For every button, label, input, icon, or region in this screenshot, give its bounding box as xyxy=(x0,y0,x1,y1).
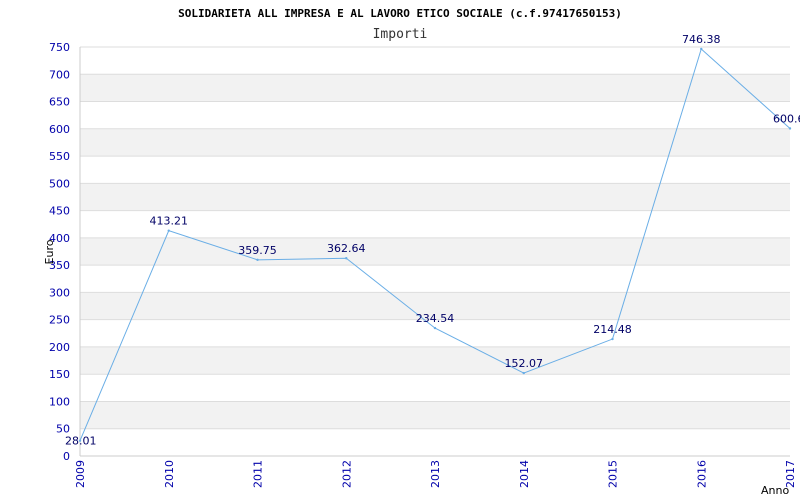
data-point xyxy=(522,371,525,375)
grid-band xyxy=(80,401,790,429)
data-label: 359.75 xyxy=(238,244,277,257)
grid-band xyxy=(80,128,790,157)
x-axis-ticks: 2009 2010 2011 2012 2013 2014 2015 2016 2017 xyxy=(74,460,797,488)
x-tick-label: 2009 xyxy=(74,460,87,488)
y-tick-label: 500 xyxy=(49,177,70,190)
data-label: 28.01 xyxy=(65,435,97,448)
y-tick-label: 650 xyxy=(49,96,70,109)
chart-title: SOLIDARIETA ALL IMPRESA E AL LAVORO ETIC… xyxy=(178,7,622,20)
y-tick-label: 300 xyxy=(49,286,70,299)
x-tick-label: 2010 xyxy=(163,460,176,488)
data-label: 362.64 xyxy=(327,242,366,255)
y-tick-label: 0 xyxy=(63,450,70,463)
y-tick-label: 250 xyxy=(49,314,70,327)
x-tick-label: 2012 xyxy=(340,460,353,488)
data-point xyxy=(611,337,614,341)
data-point xyxy=(788,127,792,130)
grid-band xyxy=(80,237,790,266)
x-tick-label: 2016 xyxy=(695,460,708,488)
data-point xyxy=(256,258,259,262)
grid-band xyxy=(80,346,790,375)
data-label: 214.48 xyxy=(593,323,632,336)
y-tick-label: 550 xyxy=(49,150,70,163)
y-axis-label: Euro xyxy=(43,239,56,264)
grid-band xyxy=(80,183,790,211)
y-tick-label: 600 xyxy=(49,123,70,136)
data-point xyxy=(700,47,703,51)
y-tick-label: 200 xyxy=(49,341,70,354)
x-tick-label: 2011 xyxy=(252,460,265,488)
data-label: 152.07 xyxy=(505,357,544,370)
y-tick-label: 150 xyxy=(49,368,70,381)
data-label: 600.6 xyxy=(773,112,800,125)
x-tick-label: 2014 xyxy=(518,460,531,488)
y-tick-label: 700 xyxy=(49,68,70,81)
data-label: 234.54 xyxy=(416,312,455,325)
y-tick-label: 450 xyxy=(49,205,70,218)
y-tick-label: 750 xyxy=(49,41,70,54)
y-tick-label: 100 xyxy=(49,395,70,408)
x-axis-label: Anno xyxy=(761,484,789,497)
data-label: 746.38 xyxy=(682,33,721,46)
chart-subtitle: Importi xyxy=(373,27,428,42)
x-tick-label: 2013 xyxy=(429,460,442,488)
grid-band xyxy=(80,74,790,102)
line-chart: 0501001502002503003504004505005506006507… xyxy=(43,7,800,497)
data-point xyxy=(433,326,437,330)
x-tick-label: 2015 xyxy=(607,460,620,488)
data-point xyxy=(167,229,170,232)
data-label: 413.21 xyxy=(150,215,189,228)
data-point xyxy=(345,257,348,260)
